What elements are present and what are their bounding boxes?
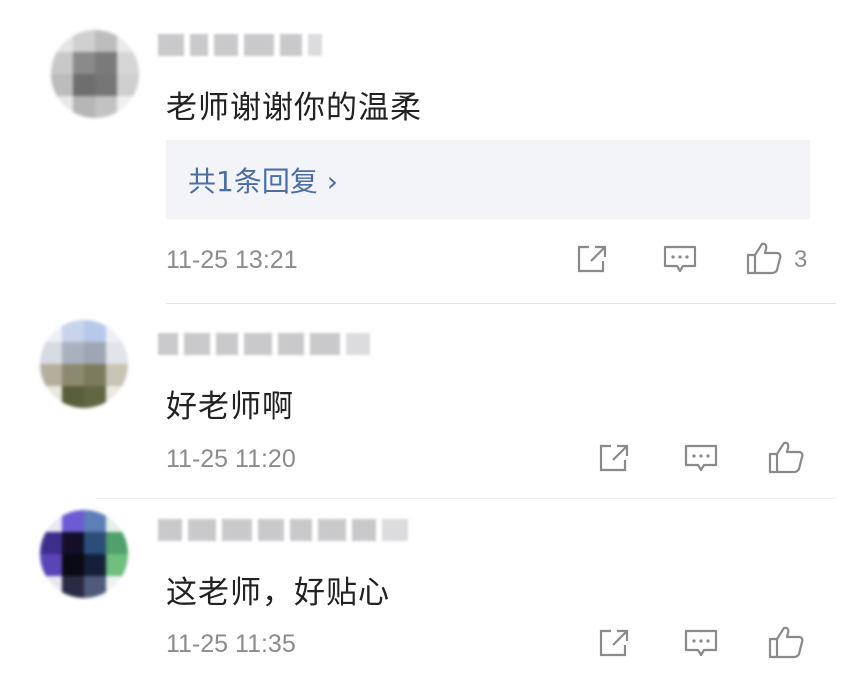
avatar-pixel [73,74,95,96]
avatar-pixel [73,30,95,52]
share-icon[interactable] [597,627,631,659]
avatar-pixel [51,30,73,52]
comment-text: 这老师，好贴心 [166,575,390,611]
avatar-pixel [106,342,128,364]
avatar-pixel [62,576,84,598]
avatar-pixel [95,74,117,96]
avatar-pixel [117,52,139,74]
avatar[interactable] [40,510,128,598]
avatar-pixel [40,532,62,554]
avatar-pixel [106,576,128,598]
comment-text: 好老师啊 [166,389,294,425]
avatar-pixel [40,320,62,342]
avatar-pixel [117,96,139,118]
avatar-pixel [40,364,62,386]
view-replies-link[interactable]: 共1条回复 › [188,160,338,200]
avatar-pixel [40,342,62,364]
comment-icon[interactable] [662,243,698,275]
username-redacted[interactable] [158,32,322,58]
avatar-pixel [106,554,128,576]
avatar-pixel [84,554,106,576]
avatar-pixel [106,386,128,408]
avatar-pixel [106,532,128,554]
avatar-pixel [51,74,73,96]
comment-icon[interactable] [683,442,719,474]
share-icon[interactable] [597,442,631,474]
avatar-pixel [62,532,84,554]
username-redacted[interactable] [158,331,370,357]
avatar[interactable] [51,30,139,118]
like-icon[interactable] [767,439,805,475]
avatar-pixel [40,386,62,408]
avatar-pixel [84,342,106,364]
avatar-pixel [106,364,128,386]
avatar[interactable] [40,320,128,408]
divider [166,303,836,304]
avatar-pixel [40,510,62,532]
avatar-pixel [51,96,73,118]
avatar-pixel [95,96,117,118]
comment-timestamp: 11-25 11:35 [166,630,296,658]
username-redacted[interactable] [158,517,408,543]
avatar-pixel [62,510,84,532]
comment-timestamp: 11-25 11:20 [166,445,296,473]
reply-summary-box[interactable]: 共1条回复 › [166,140,810,219]
avatar-pixel [62,320,84,342]
avatar-pixel [106,320,128,342]
avatar-pixel [117,74,139,96]
avatar-pixel [84,576,106,598]
like-icon[interactable] [745,240,783,276]
avatar-pixel [62,554,84,576]
avatar-pixel [73,96,95,118]
comment-item: 这老师，好贴心 11-25 11:35 [0,495,855,682]
avatar-pixel [84,532,106,554]
share-icon[interactable] [575,243,609,275]
avatar-pixel [40,576,62,598]
comment-item: 好老师啊 11-25 11:20 [0,305,855,499]
avatar-pixel [84,364,106,386]
avatar-pixel [62,386,84,408]
avatar-pixel [62,364,84,386]
avatar-pixel [62,342,84,364]
avatar-pixel [117,30,139,52]
comment-text: 老师谢谢你的温柔 [166,90,422,126]
comment-item: 老师谢谢你的温柔 共1条回复 › 11-25 13:21 3 [0,0,855,305]
avatar-pixel [106,510,128,532]
like-icon[interactable] [767,624,805,660]
avatar-pixel [95,52,117,74]
comment-icon[interactable] [683,627,719,659]
avatar-pixel [84,510,106,532]
like-count: 3 [794,246,808,273]
avatar-pixel [73,52,95,74]
avatar-pixel [95,30,117,52]
comment-timestamp: 11-25 13:21 [166,246,298,274]
avatar-pixel [51,52,73,74]
avatar-pixel [84,386,106,408]
avatar-pixel [40,554,62,576]
avatar-pixel [84,320,106,342]
